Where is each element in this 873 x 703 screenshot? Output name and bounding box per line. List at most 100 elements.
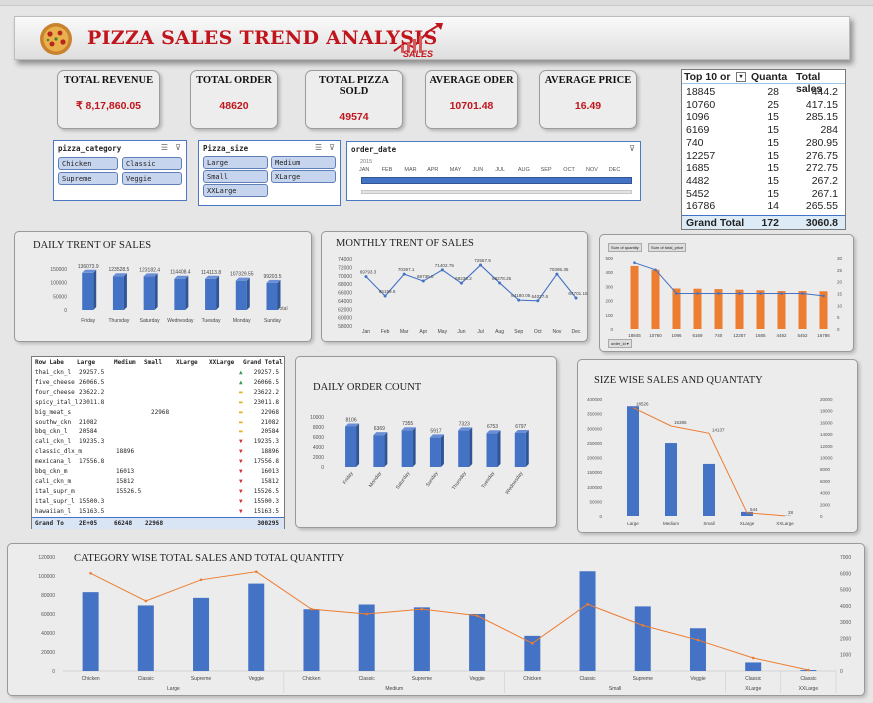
x-tick-label: Chicken [302, 676, 320, 682]
y-tick-label: 66000 [338, 291, 352, 297]
x-tick-label: Sep [514, 329, 523, 335]
slicer-item[interactable]: Medium [271, 156, 336, 169]
row-label: spicy_ital_l [35, 398, 79, 406]
slicer-item[interactable]: Large [203, 156, 268, 169]
data-label: 72557.9 [474, 258, 491, 263]
cell-total-sales: 444.2 [811, 86, 838, 98]
x-tick-label: Classic [800, 676, 817, 682]
bar-side [185, 275, 189, 310]
data-label: 136073.9 [78, 264, 99, 270]
cell-order-id: 1685 [686, 162, 710, 175]
y-right-tick-label: 20 [837, 280, 843, 285]
slicer-item[interactable]: XLarge [271, 170, 336, 183]
data-label: 68230.2 [455, 276, 472, 281]
cell-total-sales: 285.15 [805, 111, 838, 124]
y-tick-label: 6000 [313, 435, 324, 441]
table-row: 740 15 280.95 [682, 137, 845, 149]
slicer-item[interactable]: Veggie [122, 172, 182, 185]
slicer-item[interactable]: Chicken [58, 157, 118, 170]
data-point [633, 261, 636, 265]
clear-filter-icon[interactable]: ⊽ [329, 143, 335, 152]
cell-grand-total: 17556.8 [253, 458, 279, 466]
data-point [479, 263, 483, 267]
y-left-tick-label: 100000 [587, 485, 603, 490]
slicer-item[interactable]: Supreme [58, 172, 118, 185]
bar [777, 291, 786, 329]
data-point [717, 292, 720, 295]
multi-select-icon[interactable]: ☰ [161, 143, 168, 152]
timeline-range-bar[interactable] [361, 177, 632, 184]
bar [205, 278, 217, 310]
y-right-tick-label: 10 [837, 303, 843, 308]
cell-large: 20584 [79, 428, 98, 436]
slicer-pizza-size[interactable]: Pizza_size ☰ ⊽ Large Medium Small XLarge… [198, 140, 341, 206]
bar [651, 269, 660, 329]
slicer-item[interactable]: Classic [122, 157, 182, 170]
y-right-tick-label: 7000 [840, 555, 851, 561]
cell-order-id: 18845 [686, 86, 716, 98]
data-point [440, 268, 444, 272]
y-right-tick-label: 2000 [820, 502, 831, 507]
trend-flat-icon: ▬ [239, 418, 243, 426]
bar [401, 430, 413, 467]
y-left-tick-label: 20000 [41, 650, 55, 656]
bar-side [497, 430, 501, 467]
header-small: Small [144, 359, 163, 366]
bar [486, 433, 498, 467]
slicer-pizza-category[interactable]: pizza_category ☰ ⊽ Chicken Classic Supre… [53, 140, 187, 201]
timeline-month-label: JUN [472, 167, 484, 173]
data-label: 68736.8 [417, 274, 434, 279]
size-combo-chart: 4000003500003000002500002000001500001000… [587, 397, 833, 526]
bar [703, 463, 715, 516]
table-row: 5452 15 267.1 [682, 188, 845, 200]
timeline-scrollbar[interactable] [361, 190, 632, 194]
bar [579, 571, 596, 671]
bar [524, 635, 541, 671]
y-tick-label: 62000 [338, 307, 352, 313]
bar [266, 282, 278, 310]
data-point [517, 298, 521, 302]
row-label: four_cheese [35, 388, 75, 396]
panel-daily-orders: DAILY ORDER COUNT 10000 8000 6000 4000 2000 0… [295, 356, 557, 528]
y-left-tick-label: 400000 [587, 397, 603, 402]
timeline-order-date[interactable]: order_date ⊽ 2015 JAN FEB MAR APR MAY JUN JUL A… [346, 141, 641, 201]
data-point [801, 292, 804, 295]
trend-down-icon: ▼ [239, 487, 243, 495]
y-right-tick-label: 3000 [840, 620, 851, 626]
bar [413, 607, 430, 671]
y-right-tick-label: 20000 [820, 397, 833, 402]
bar [143, 276, 155, 310]
kpi-value: 10701.48 [449, 100, 494, 112]
data-point [822, 294, 825, 298]
y-right-tick-label: 6000 [820, 479, 831, 484]
header-order: Top 10 or [684, 71, 731, 83]
cell-medium: 15526.5 [116, 487, 142, 495]
y-left-tick-label: 60000 [41, 612, 55, 618]
total-large: 2E+05 [79, 520, 98, 527]
cell-quantity: 15 [767, 136, 779, 149]
panel-size-sales: SIZE WISE SALES AND QUANTATY 400000 35000… [577, 359, 858, 533]
timeline-title: order_date [351, 145, 397, 154]
category-combo-chart: 1200001000008000060000400002000007000600… [38, 555, 851, 693]
bar [82, 272, 94, 310]
cell-quantity: 15 [767, 124, 779, 137]
cell-large: 17556.8 [79, 458, 105, 466]
data-point [555, 272, 559, 276]
kpi-value: 16.49 [574, 100, 602, 112]
cell-quantity: 14 [767, 200, 779, 213]
multi-select-icon[interactable]: ☰ [315, 143, 322, 152]
clear-filter-icon[interactable]: ⊽ [175, 143, 181, 152]
cell-quantity: 15 [767, 111, 779, 124]
bar-side [356, 423, 360, 467]
slicer-item[interactable]: Small [203, 170, 268, 183]
kpi-average-order: AVERAGE ODER 10701.48 [425, 70, 518, 129]
cell-order-id: 12257 [686, 149, 716, 162]
filter-dropdown-icon[interactable]: ▾ [736, 72, 746, 82]
total-grand: 300295 [257, 520, 279, 527]
x-tick-label: Saturday [140, 318, 161, 324]
slicer-item[interactable]: XXLarge [203, 184, 268, 197]
trend-down-icon: ▼ [239, 497, 243, 505]
clear-filter-icon[interactable]: ⊽ [629, 144, 635, 153]
kpi-value: 49574 [339, 111, 369, 123]
cell-large: 19235.3 [79, 438, 105, 446]
